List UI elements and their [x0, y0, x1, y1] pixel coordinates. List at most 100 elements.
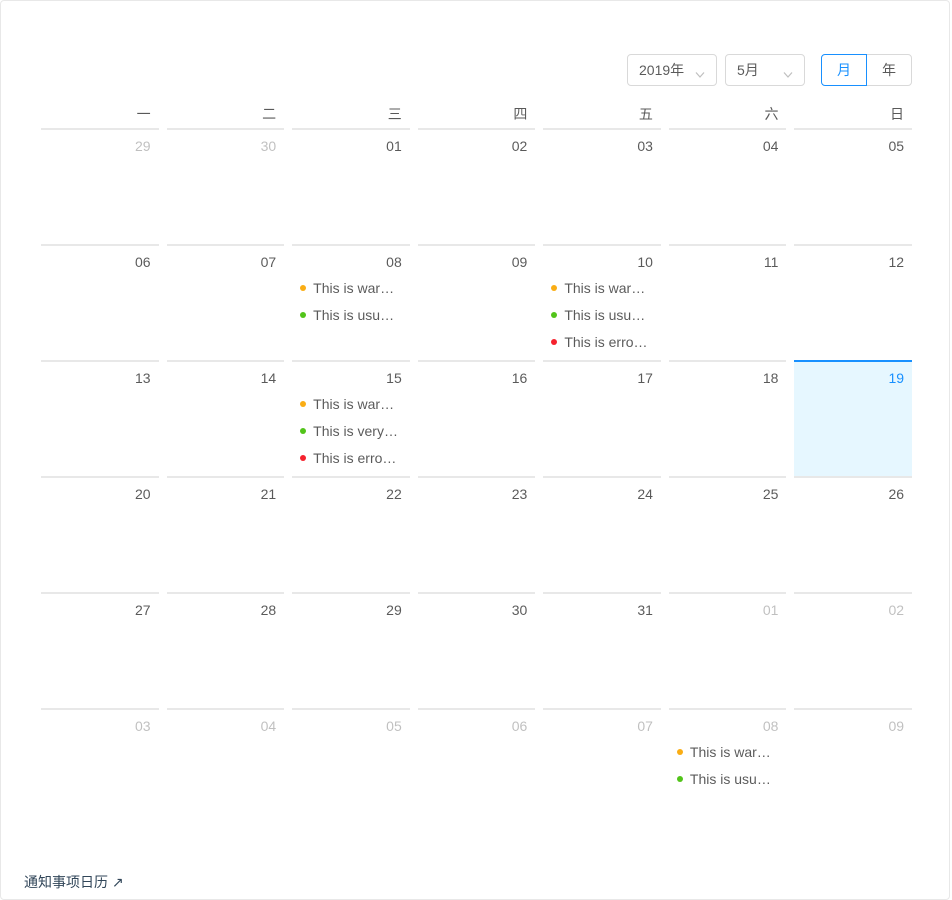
calendar-day-cell[interactable]: 26 — [790, 476, 916, 592]
calendar-day-cell[interactable]: 02 — [414, 128, 540, 244]
event-text: This is warning event. — [564, 279, 651, 296]
calendar-day-cell[interactable]: 29 — [37, 128, 163, 244]
month-select[interactable]: 5月 — [725, 54, 805, 86]
calendar-day-cell[interactable]: 01 — [665, 592, 791, 708]
calendar-day-cell[interactable]: 30 — [414, 592, 540, 708]
calendar-day-cell[interactable]: 21 — [163, 476, 289, 592]
event-status-dot-icon — [551, 338, 558, 345]
day-number: 18 — [762, 370, 779, 386]
calendar-day-cell[interactable]: 25 — [665, 476, 791, 592]
calendar-day-cell[interactable]: 03 — [37, 708, 163, 824]
calendar-day-cell[interactable]: 29 — [288, 592, 414, 708]
event-item[interactable]: This is usual event. — [300, 301, 402, 328]
day-number: 06 — [135, 254, 151, 270]
calendar-day-cell[interactable]: 22 — [288, 476, 414, 592]
day-cell-body: 22 — [292, 476, 410, 592]
event-list: This is warning event This is very long u… — [300, 390, 402, 476]
calendar-day-cell[interactable]: 30 — [163, 128, 289, 244]
day-number: 22 — [386, 486, 402, 502]
day-number: 31 — [637, 602, 653, 618]
calendar-day-cell[interactable]: 07 — [163, 244, 289, 360]
event-item[interactable]: This is error event. — [551, 328, 653, 355]
day-number: 26 — [888, 486, 905, 502]
event-list — [551, 622, 653, 708]
day-number: 30 — [260, 138, 277, 154]
day-number: 03 — [135, 718, 151, 734]
day-cell-body: 19 — [794, 360, 913, 476]
calendar-day-cell[interactable]: 01 — [288, 128, 414, 244]
day-number: 17 — [637, 370, 653, 386]
day-number: 20 — [135, 486, 151, 502]
event-text: This is warning event — [313, 395, 400, 412]
calendar-day-cell[interactable]: 23 — [414, 476, 540, 592]
calendar-day-cell[interactable]: 18 — [665, 360, 791, 476]
calendar-day-cell[interactable]: 12 — [790, 244, 916, 360]
event-text: This is usual event. — [689, 770, 777, 787]
calendar-day-cell[interactable]: 08 This is warning event. This is usual ev… — [665, 708, 791, 824]
event-item[interactable]: This is warning event. — [551, 274, 653, 301]
day-cell-body: 23 — [417, 476, 536, 592]
calendar-header: 2019年 5月 月 年 — [627, 54, 912, 86]
year-select[interactable]: 2019年 — [627, 54, 717, 86]
calendar-day-cell[interactable]: 04 — [665, 128, 791, 244]
day-cell-body: 16 — [417, 360, 536, 476]
event-list — [175, 158, 277, 244]
day-number: 03 — [637, 138, 653, 154]
event-list — [49, 738, 151, 824]
calendar-day-cell[interactable]: 31 — [539, 592, 665, 708]
event-list — [802, 274, 904, 360]
calendar-day-cell[interactable]: 19 — [790, 360, 916, 476]
day-number: 07 — [260, 254, 277, 270]
event-status-dot-icon — [300, 454, 307, 461]
day-number: 02 — [888, 602, 905, 618]
calendar-day-cell[interactable]: 06 — [37, 244, 163, 360]
calendar-day-cell[interactable]: 11 — [665, 244, 791, 360]
event-item[interactable]: This is warning event. — [676, 738, 779, 765]
day-number: 24 — [637, 486, 653, 502]
event-list — [175, 622, 277, 708]
year-select-value: 2019年 — [639, 62, 685, 78]
calendar-day-cell[interactable]: 15 This is warning event This is very long… — [288, 360, 414, 476]
event-list: This is warning event. This is usual even… — [676, 738, 779, 824]
calendar-day-cell[interactable]: 05 — [288, 708, 414, 824]
event-item[interactable]: This is usual event. — [551, 301, 653, 328]
weekday-label: 五 — [638, 106, 653, 122]
event-list: This is warning event. This is usual even… — [300, 274, 402, 360]
event-item[interactable]: This is warning event — [300, 390, 402, 417]
event-list — [300, 738, 402, 824]
day-cell-body: 06 — [41, 244, 159, 360]
calendar-day-cell[interactable]: 07 — [539, 708, 665, 824]
calendar-day-cell[interactable]: 09 — [790, 708, 916, 824]
calendar-day-cell[interactable]: 17 — [539, 360, 665, 476]
calendar-day-cell[interactable]: 04 — [163, 708, 289, 824]
event-item[interactable]: This is warning event. — [300, 274, 402, 301]
calendar-day-cell[interactable]: 02 — [790, 592, 916, 708]
calendar-day-cell[interactable]: 06 — [414, 708, 540, 824]
mode-month-button[interactable]: 月 — [821, 54, 867, 86]
event-item[interactable]: This is error event 1. — [300, 444, 402, 471]
footer-link[interactable]: 通知事项日历 ↗ — [24, 872, 124, 892]
event-list — [49, 390, 151, 476]
day-cell-body: 15 This is warning event This is very long… — [292, 360, 410, 476]
calendar-day-cell[interactable]: 28 — [163, 592, 289, 708]
event-status-dot-icon — [300, 400, 307, 407]
day-cell-body: 07 — [543, 708, 661, 824]
calendar-day-cell[interactable]: 13 — [37, 360, 163, 476]
event-item[interactable]: This is usual event. — [676, 765, 779, 792]
calendar-day-cell[interactable]: 14 — [163, 360, 289, 476]
calendar-day-cell[interactable]: 08 This is warning event. This is usual ev… — [288, 244, 414, 360]
day-number: 16 — [511, 370, 528, 386]
mode-year-button[interactable]: 年 — [866, 54, 912, 86]
day-cell-body: 11 — [668, 244, 787, 360]
event-list — [551, 738, 653, 824]
calendar-day-cell[interactable]: 10 This is warning event. This is usual ev… — [539, 244, 665, 360]
event-list — [426, 390, 528, 476]
calendar-day-cell[interactable]: 09 — [414, 244, 540, 360]
calendar-day-cell[interactable]: 16 — [414, 360, 540, 476]
calendar-day-cell[interactable]: 24 — [539, 476, 665, 592]
calendar-day-cell[interactable]: 05 — [790, 128, 916, 244]
calendar-day-cell[interactable]: 27 — [37, 592, 163, 708]
event-item[interactable]: This is very long usual event。。.... — [300, 417, 402, 444]
calendar-day-cell[interactable]: 03 — [539, 128, 665, 244]
calendar-day-cell[interactable]: 20 — [37, 476, 163, 592]
